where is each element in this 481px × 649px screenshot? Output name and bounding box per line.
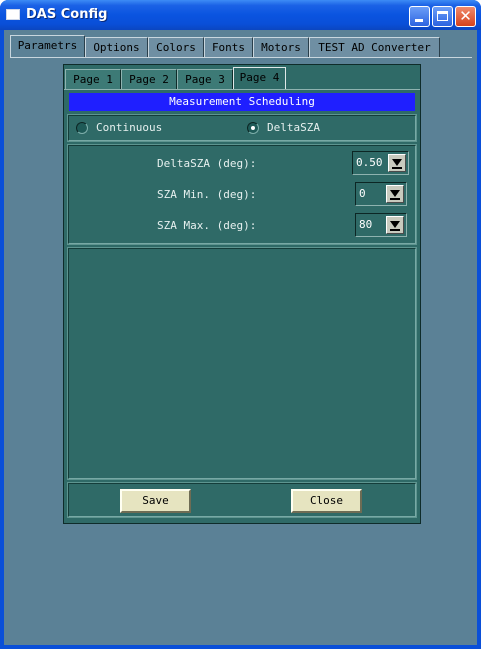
- deltasza-select-value: 0.50: [356, 156, 383, 169]
- title-bar[interactable]: DAS Config ✕: [0, 0, 481, 30]
- section-title: Measurement Scheduling: [69, 93, 415, 111]
- save-button[interactable]: Save: [120, 489, 191, 513]
- sza-max-field-label: SZA Max. (deg):: [157, 219, 257, 232]
- sza-min-field-label: SZA Min. (deg):: [157, 188, 257, 201]
- tab-motors[interactable]: Motors: [253, 37, 309, 57]
- deltasza-dropdown-button[interactable]: [388, 154, 406, 172]
- deltasza-radio[interactable]: [247, 122, 259, 134]
- tab-fonts[interactable]: Fonts: [204, 37, 253, 57]
- app-window-icon: [6, 9, 20, 20]
- maximize-button[interactable]: [432, 6, 453, 27]
- tab-page-3[interactable]: Page 3: [177, 69, 233, 89]
- angle-fields-group: DeltaSZA (deg): 0.50 SZA Min. (deg): 0 S…: [67, 144, 417, 245]
- tab-divider: [10, 57, 472, 58]
- app-window: DAS Config ✕ Parametrs Options Colors Fo…: [0, 0, 481, 649]
- dropdown-arrow-icon: [390, 190, 400, 197]
- minimize-button[interactable]: [409, 6, 430, 27]
- deltasza-label[interactable]: DeltaSZA: [267, 121, 320, 134]
- sza-min-select[interactable]: 0: [355, 182, 407, 206]
- dropdown-arrow-icon: [390, 221, 400, 228]
- dropdown-bar-icon: [390, 229, 400, 231]
- sza-min-dropdown-button[interactable]: [386, 185, 404, 203]
- inner-tab-divider: [64, 89, 420, 90]
- sza-max-select-value: 80: [359, 218, 373, 231]
- tab-parametrs[interactable]: Parametrs: [10, 35, 85, 58]
- tab-page-4[interactable]: Page 4: [233, 67, 286, 89]
- mode-radio-group: Continuous DeltaSZA: [67, 114, 417, 142]
- sza-min-select-value: 0: [359, 187, 366, 200]
- sza-max-select[interactable]: 80: [355, 213, 407, 237]
- tab-test-ad-converter[interactable]: TEST AD Converter: [309, 37, 440, 57]
- parameters-panel: Page 1 Page 2 Page 3 Page 4 Measurement …: [63, 64, 421, 524]
- dropdown-bar-icon: [392, 167, 402, 169]
- sza-max-dropdown-button[interactable]: [386, 216, 404, 234]
- window-title: DAS Config: [26, 7, 108, 22]
- dropdown-arrow-icon: [392, 159, 402, 166]
- action-button-bar: Save Close: [67, 482, 417, 518]
- close-icon: ✕: [459, 7, 472, 25]
- client-area: Parametrs Options Colors Fonts Motors TE…: [4, 30, 477, 645]
- empty-content-area: [67, 247, 417, 480]
- close-window-button[interactable]: ✕: [455, 6, 476, 27]
- dropdown-bar-icon: [390, 198, 400, 200]
- tab-options[interactable]: Options: [85, 37, 148, 57]
- continuous-label[interactable]: Continuous: [96, 121, 162, 134]
- tab-colors[interactable]: Colors: [148, 37, 204, 57]
- close-button[interactable]: Close: [291, 489, 362, 513]
- deltasza-field-label: DeltaSZA (deg):: [157, 157, 257, 170]
- continuous-radio[interactable]: [76, 122, 88, 134]
- tab-page-2[interactable]: Page 2: [121, 69, 177, 89]
- tab-page-1[interactable]: Page 1: [65, 69, 121, 89]
- deltasza-select[interactable]: 0.50: [352, 151, 409, 175]
- minimize-icon: [415, 19, 423, 22]
- maximize-icon: [437, 11, 448, 21]
